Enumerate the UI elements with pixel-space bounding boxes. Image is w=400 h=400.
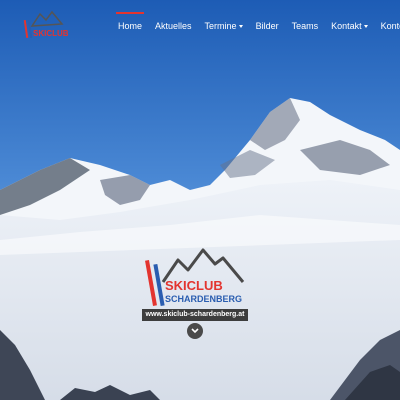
hero-background xyxy=(0,0,400,400)
nav-item-teams[interactable]: Teams xyxy=(292,20,319,32)
site-logo[interactable]: SKICLUB xyxy=(22,8,68,42)
mountain-landscape-image xyxy=(0,0,400,400)
club-logo-line1: SKICLUB xyxy=(165,278,223,293)
chevron-down-icon xyxy=(191,328,199,334)
site-header: SKICLUB Home Aktuelles Termine Bilder Te… xyxy=(0,0,400,42)
nav-item-bilder[interactable]: Bilder xyxy=(256,20,279,32)
nav-item-label: Home xyxy=(118,21,143,31)
nav-item-home[interactable]: Home xyxy=(115,12,145,32)
scroll-down-button[interactable] xyxy=(187,323,203,339)
caret-down-icon xyxy=(363,24,368,28)
nav-item-label: Aktuelles xyxy=(155,21,192,31)
nav-item-termine[interactable]: Termine xyxy=(205,20,243,32)
nav-item-label: Termine xyxy=(204,21,237,31)
nav-item-aktuelles[interactable]: Aktuelles xyxy=(155,20,192,32)
main-navigation: Home Aktuelles Termine Bilder Teams Kont… xyxy=(115,12,400,32)
site-logo-text: SKICLUB xyxy=(33,29,68,38)
nav-item-label: Teams xyxy=(291,21,319,31)
caret-down-icon xyxy=(238,24,243,28)
nav-item-konto[interactable]: Konto xyxy=(381,20,400,32)
nav-item-label: Konto xyxy=(380,21,400,31)
nav-item-kontakt[interactable]: Kontakt xyxy=(331,20,368,32)
nav-item-label: Kontakt xyxy=(331,21,362,31)
nav-item-label: Bilder xyxy=(255,21,279,31)
club-url: www.skiclub-schardenberg.at xyxy=(142,309,248,321)
club-logo-line2: SCHARDENBERG xyxy=(165,294,242,304)
